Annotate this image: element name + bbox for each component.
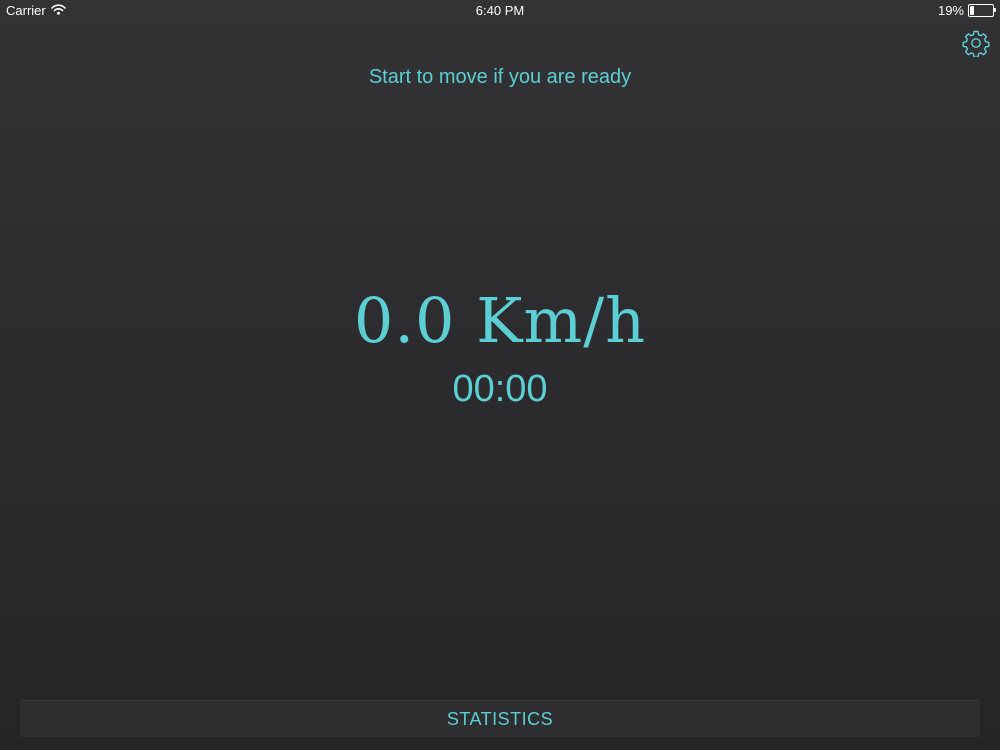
battery-icon: [968, 4, 996, 17]
settings-button[interactable]: [962, 29, 990, 58]
statistics-label: STATISTICS: [446, 708, 554, 729]
statistics-button[interactable]: STATISTICS: [20, 700, 980, 737]
ready-prompt: Start to move if you are ready: [368, 66, 632, 88]
status-right: 19%: [937, 3, 996, 18]
status-bar: Carrier 6:40 PM 19%: [0, 0, 1000, 22]
battery-fill: [970, 6, 975, 15]
gear-icon: [962, 30, 990, 58]
timer-readout: 00:00: [452, 368, 548, 410]
speed-readout: 0.0 Km/h: [353, 284, 647, 357]
status-time: 6:40 PM: [475, 3, 525, 18]
battery-percent: 19%: [937, 3, 964, 18]
